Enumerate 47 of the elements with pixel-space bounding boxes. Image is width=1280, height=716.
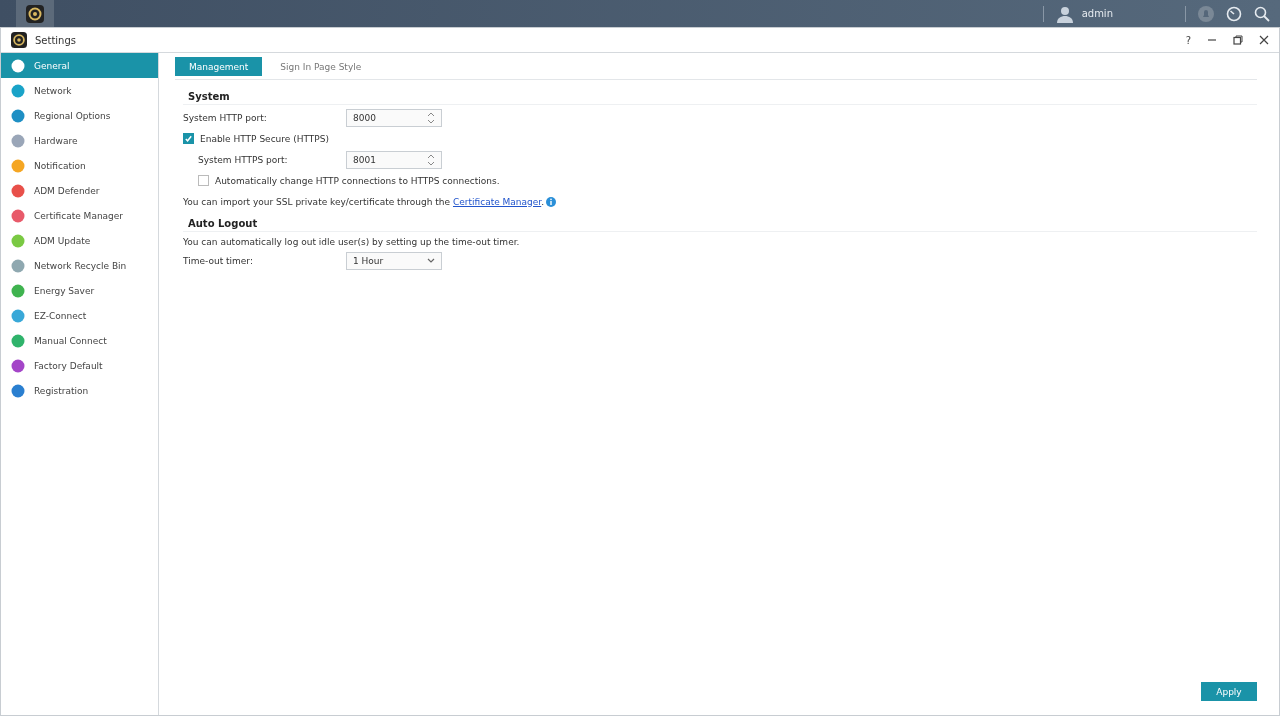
user-icon[interactable]	[1055, 4, 1074, 23]
certificate-manager-link[interactable]: Certificate Manager	[453, 196, 542, 207]
tab[interactable]: Sign In Page Style	[266, 57, 376, 76]
sidebar-item[interactable]: Energy Saver	[1, 278, 158, 303]
sidebar-item[interactable]: Manual Connect	[1, 328, 158, 353]
help-button[interactable]: ?	[1185, 34, 1191, 46]
chevron-down-icon	[427, 257, 435, 264]
field-label: Time-out timer:	[183, 255, 254, 266]
checkbox[interactable]	[198, 175, 209, 186]
spinner-arrows-icon[interactable]	[427, 111, 435, 124]
sidebar-item[interactable]: ADM Update	[1, 228, 158, 253]
sidebar-item[interactable]: EZ-Connect	[1, 303, 158, 328]
port-field[interactable]: 8000	[346, 108, 442, 127]
port-field[interactable]: 8001	[346, 150, 442, 169]
sidebar-item[interactable]: Network	[1, 78, 158, 103]
gear-icon	[11, 32, 27, 48]
gear-icon	[26, 4, 44, 23]
section-description: You can automatically log out idle user(s) by setting up the time-out timer.	[183, 236, 521, 249]
section-heading: Auto Logout	[183, 212, 1257, 232]
search-icon[interactable]	[1254, 5, 1270, 22]
info-text: You can import your SSL private key/certificate through the Certificate Manager.	[183, 196, 545, 207]
timeout-dropdown[interactable]: 1 Hour	[346, 251, 442, 270]
checkbox-label: Automatically change HTTP connections to HTTPS connections.	[215, 175, 500, 186]
sidebar-item[interactable]: Registration	[1, 378, 158, 403]
sidebar-item[interactable]: Network Recycle Bin	[1, 253, 158, 278]
sidebar-item[interactable]: General	[1, 53, 158, 78]
window-title: Settings	[35, 34, 76, 46]
field-label: System HTTPS port:	[198, 154, 289, 165]
field-label: System HTTP port:	[183, 112, 268, 123]
speedometer-icon[interactable]	[1226, 5, 1242, 22]
taskbar-app-button[interactable]	[16, 0, 54, 27]
sidebar-item[interactable]: ADM Defender	[1, 178, 158, 203]
sidebar-item[interactable]: Certificate Manager	[1, 203, 158, 228]
checkbox-label: Enable HTTP Secure (HTTPS)	[200, 133, 329, 144]
tab[interactable]: Management	[175, 57, 263, 76]
sidebar-item[interactable]: Notification	[1, 153, 158, 178]
sidebar-item[interactable]: Factory Default	[1, 353, 158, 378]
spinner-arrows-icon[interactable]	[427, 153, 435, 166]
checkbox[interactable]	[183, 133, 194, 144]
section-heading: System	[183, 85, 1257, 105]
user-name[interactable]: admin	[1081, 8, 1113, 19]
close-icon[interactable]	[1259, 35, 1269, 45]
sidebar-item[interactable]: Hardware	[1, 128, 158, 153]
apply-button[interactable]: Apply	[1201, 682, 1257, 701]
sidebar-item[interactable]: Regional Options	[1, 103, 158, 128]
restore-icon[interactable]	[1233, 35, 1243, 45]
info-icon[interactable]	[546, 196, 557, 207]
